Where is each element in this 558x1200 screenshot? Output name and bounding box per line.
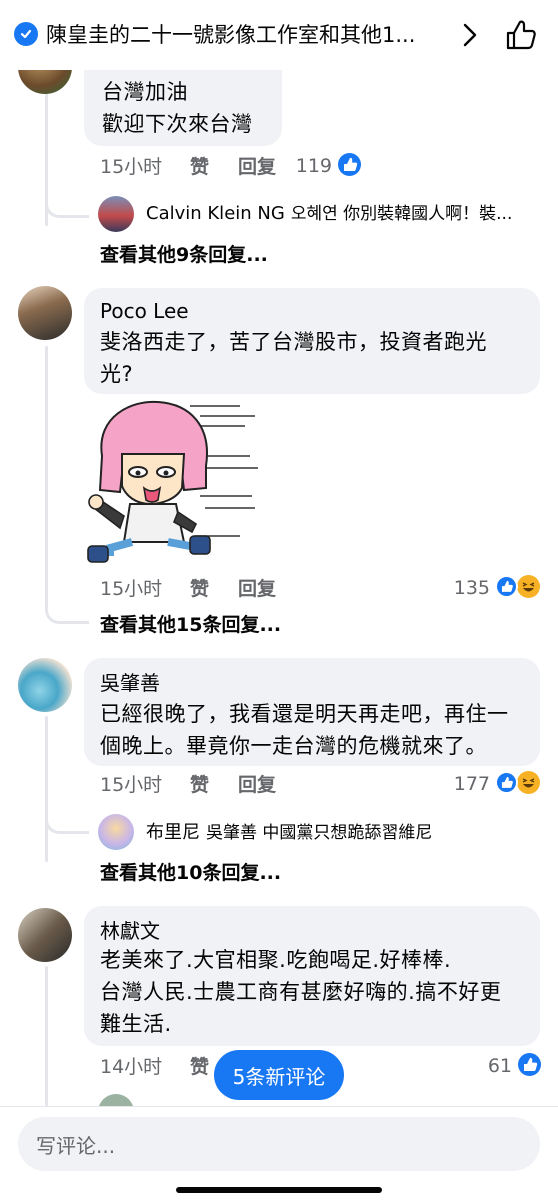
comment-author[interactable]: Poco Lee bbox=[100, 298, 189, 324]
like-button[interactable]: 赞 bbox=[190, 1054, 209, 1080]
comment-text: 難生活. bbox=[100, 1012, 172, 1036]
comment-time: 15小时 bbox=[100, 774, 163, 796]
thread-line bbox=[45, 966, 48, 1106]
comment-text: 台灣人民.士農工商有甚麼好嗨的.搞不好更 bbox=[100, 980, 502, 1004]
reply-author: 布里尼 bbox=[146, 822, 200, 843]
comment-time: 14小时 bbox=[100, 1056, 163, 1078]
chevron-right-icon[interactable] bbox=[458, 20, 482, 50]
comment-author[interactable]: 吳肇善 bbox=[100, 670, 160, 696]
comment-text: 已經很晚了，我看還是明天再走吧，再住一 bbox=[100, 702, 509, 726]
reaction-count[interactable]: 177 bbox=[448, 771, 490, 797]
thread-line bbox=[45, 716, 48, 862]
verified-badge-icon bbox=[14, 22, 38, 46]
avatar[interactable] bbox=[98, 814, 134, 850]
like-reaction-icon bbox=[518, 1053, 541, 1076]
avatar[interactable] bbox=[18, 286, 72, 340]
view-more-replies-link[interactable]: 查看其他15条回复... bbox=[100, 612, 281, 638]
comment-author[interactable]: 林獻文 bbox=[100, 918, 160, 944]
comment-input[interactable]: 写评论... bbox=[18, 1117, 540, 1171]
header-bar: 陳皇圭的二十一號影像工作室和其他1... bbox=[0, 0, 558, 70]
like-reaction-icon bbox=[495, 771, 518, 794]
comment-time: 15小时 bbox=[100, 578, 163, 600]
reply-button[interactable]: 回复 bbox=[238, 154, 276, 180]
running-girl-sticker[interactable] bbox=[80, 396, 260, 568]
reply-preview[interactable]: 布里尼 吳肇善 中國黨只想跪舔習維尼 bbox=[146, 820, 558, 846]
reaction-count[interactable]: 135 bbox=[448, 575, 490, 601]
reply-author: Calvin Klein NG bbox=[146, 203, 285, 224]
comment-text: 光? bbox=[100, 362, 134, 386]
reply-connector bbox=[45, 812, 89, 834]
comment-text: 台灣加油 bbox=[102, 80, 188, 104]
reply-text: 오혜연 你別裝韓國人啊！裝... bbox=[290, 204, 513, 224]
like-button[interactable]: 赞 bbox=[190, 772, 209, 798]
comment-text: 個晚上。畢竟你一走台灣的危機就來了。 bbox=[100, 734, 487, 758]
like-reaction-icon bbox=[495, 575, 518, 598]
like-reaction-icon bbox=[338, 153, 361, 176]
comment-time: 15小时 bbox=[100, 156, 163, 178]
reaction-count[interactable]: 119 bbox=[290, 153, 332, 179]
haha-reaction-icon bbox=[517, 575, 540, 598]
reply-connector bbox=[45, 600, 89, 624]
like-button[interactable]: 赞 bbox=[190, 576, 209, 602]
reply-text: 吳肇善 中國黨只想跪舔習維尼 bbox=[206, 823, 433, 843]
avatar[interactable] bbox=[98, 196, 134, 232]
home-indicator bbox=[176, 1187, 382, 1193]
composer-bar: 写评论... bbox=[0, 1106, 558, 1200]
avatar[interactable] bbox=[18, 658, 72, 712]
like-button[interactable]: 赞 bbox=[190, 154, 209, 180]
reply-button[interactable]: 回复 bbox=[238, 772, 276, 798]
page-title[interactable]: 陳皇圭的二十一號影像工作室和其他1... bbox=[46, 20, 446, 50]
haha-reaction-icon bbox=[517, 771, 540, 794]
thumbs-up-outline-icon[interactable] bbox=[504, 18, 538, 52]
thread-line bbox=[45, 346, 48, 602]
new-comments-button[interactable]: 5条新评论 bbox=[214, 1050, 344, 1100]
reaction-count[interactable]: 61 bbox=[470, 1053, 512, 1079]
comment-text: 老美來了.大官相聚.吃飽喝足.好棒棒. bbox=[100, 948, 452, 972]
view-more-replies-link[interactable]: 查看其他9条回复... bbox=[100, 242, 268, 268]
comment-text: 斐洛西走了，苦了台灣股市，投資者跑光 bbox=[100, 330, 487, 354]
reply-button[interactable]: 回复 bbox=[238, 576, 276, 602]
reply-preview[interactable]: Calvin Klein NG 오혜연 你別裝韓國人啊！裝... bbox=[146, 201, 558, 227]
avatar[interactable] bbox=[18, 908, 72, 962]
reply-connector bbox=[45, 196, 89, 218]
comment-text: 歡迎下次來台灣 bbox=[102, 112, 253, 136]
view-more-replies-link[interactable]: 查看其他10条回复... bbox=[100, 860, 281, 886]
